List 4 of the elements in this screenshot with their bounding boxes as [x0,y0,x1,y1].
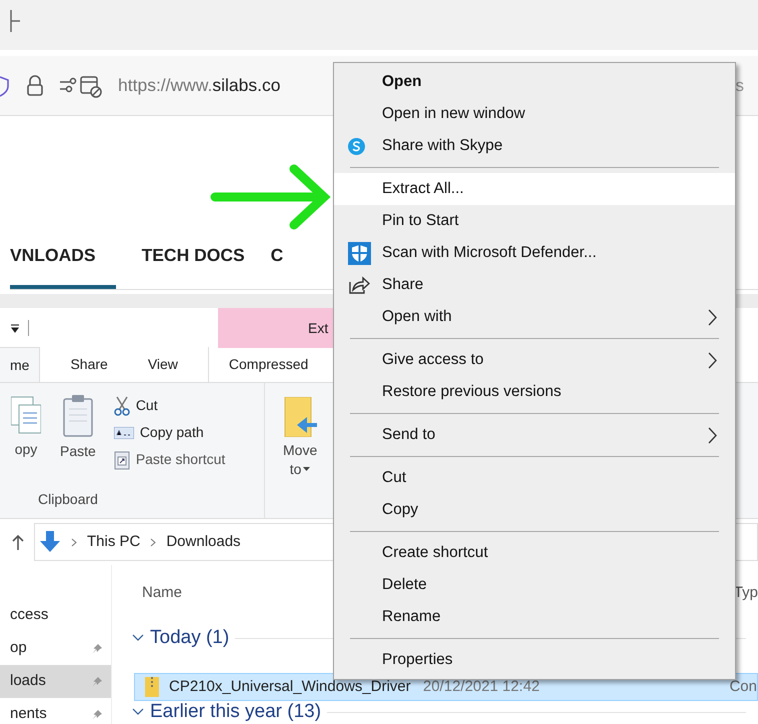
file-type: Con [729,676,757,697]
group-label: Clipboard [37,490,99,509]
file-name: CP210x_Universal_Windows_Driver [169,676,409,697]
file-date: 20/12/2021 12:42 [423,676,540,697]
